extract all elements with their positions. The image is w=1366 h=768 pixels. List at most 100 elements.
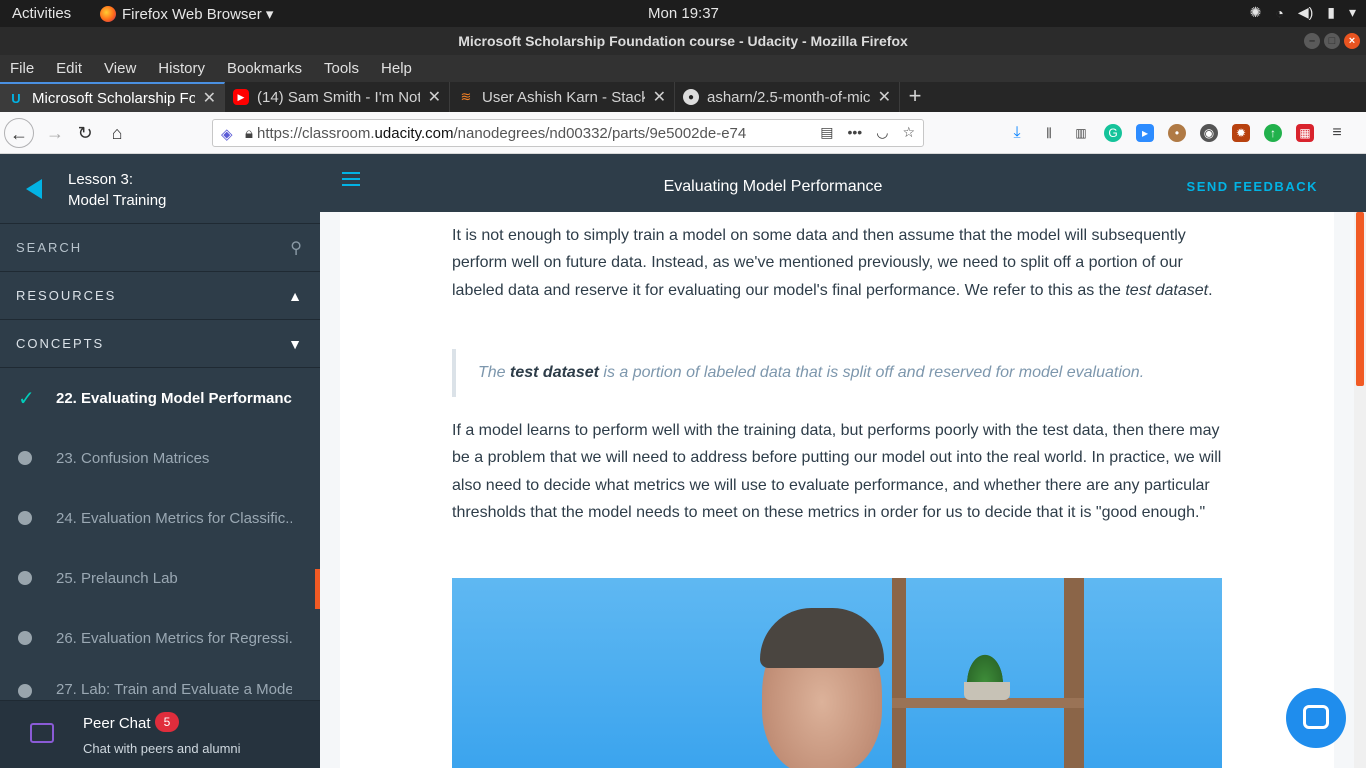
concept-item[interactable]: 26. Evaluation Metrics for Regressi...: [0, 608, 320, 668]
caret-down-icon: ▼: [288, 335, 304, 352]
close-tab-icon[interactable]: ✕: [653, 87, 666, 107]
checkmark-icon: ✓: [18, 387, 35, 410]
pocket-icon[interactable]: ◡: [876, 124, 888, 141]
concept-item[interactable]: 25. Prelaunch Lab: [0, 548, 320, 608]
close-tab-icon[interactable]: ✕: [878, 87, 891, 107]
tab-github[interactable]: ● asharn/2.5-month-of-mic ✕: [675, 82, 900, 112]
forward-button[interactable]: →: [40, 118, 70, 148]
concept-item[interactable]: 24. Evaluation Metrics for Classific...: [0, 488, 320, 548]
extension-red-icon[interactable]: ▦: [1296, 124, 1314, 142]
volume-icon[interactable]: ◀): [1298, 4, 1313, 21]
reload-button[interactable]: ↻: [70, 118, 100, 148]
tab-title: Microsoft Scholarship Fo: [32, 89, 195, 107]
concept-label: 25. Prelaunch Lab: [56, 569, 178, 587]
concept-item[interactable]: 27. Lab: Train and Evaluate a Model: [0, 668, 320, 698]
incomplete-dot-icon: [18, 571, 32, 585]
clock[interactable]: Mon 19:37: [648, 5, 719, 22]
lesson-content: It is not enough to simply train a model…: [340, 212, 1334, 768]
video-plant-pot: [964, 682, 1010, 700]
url-text[interactable]: https://classroom.udacity.com/nanodegree…: [257, 125, 777, 142]
video-presenter-hair: [760, 608, 884, 668]
incomplete-dot-icon: [18, 511, 32, 525]
extension-orange-icon[interactable]: ✹: [1232, 124, 1250, 142]
reader-view-icon[interactable]: ▤: [820, 124, 833, 141]
page-title: Evaluating Model Performance: [663, 178, 883, 195]
concepts-toggle[interactable]: CONCEPTS ▼: [0, 320, 320, 368]
system-tray[interactable]: ✺ ◔ ◀) ▮ ▾: [1250, 4, 1356, 21]
close-tab-icon[interactable]: ✕: [203, 88, 216, 108]
tab-title: asharn/2.5-month-of-mic: [707, 88, 870, 106]
library-icon[interactable]: ⫼: [1040, 124, 1058, 142]
bookmark-star-icon[interactable]: ☆: [902, 124, 915, 141]
chat-bubbles-icon: [30, 723, 54, 743]
concept-label: 27. Lab: Train and Evaluate a Model: [56, 681, 292, 698]
scrollbar-thumb[interactable]: [1356, 212, 1364, 386]
tab-udacity[interactable]: U Microsoft Scholarship Fo ✕: [0, 82, 225, 112]
lesson-video[interactable]: [452, 578, 1222, 768]
zoom-extension-icon[interactable]: ▸: [1136, 124, 1154, 142]
activities-button[interactable]: Activities: [12, 5, 71, 22]
menu-bookmarks[interactable]: Bookmarks: [227, 60, 302, 77]
tab-youtube[interactable]: ▶ (14) Sam Smith - I'm Not ✕: [225, 82, 450, 112]
tracking-protection-icon[interactable]: ◈: [221, 125, 233, 143]
menu-view[interactable]: View: [104, 60, 136, 77]
window-title-bar: Microsoft Scholarship Foundation course …: [0, 27, 1366, 55]
system-top-bar: Activities Firefox Web Browser ▾ Mon 19:…: [0, 0, 1366, 27]
url-bar[interactable]: ◈ 🔒︎ https://classroom.udacity.com/nanod…: [212, 119, 924, 147]
extension-green-icon[interactable]: ↑: [1264, 124, 1282, 142]
unread-badge: 5: [155, 712, 179, 732]
toolbar-icons: ⤓ ⫼ ▥ G ▸ • ◉ ✹ ↑ ▦ ≡: [1008, 124, 1346, 142]
close-window-button[interactable]: ×: [1344, 33, 1360, 49]
menu-history[interactable]: History: [158, 60, 205, 77]
search-label: SEARCH: [16, 240, 83, 255]
downloads-icon[interactable]: ⤓: [1008, 124, 1026, 142]
back-button[interactable]: ←: [4, 118, 34, 148]
sidebar-icon[interactable]: ▥: [1072, 124, 1090, 142]
page-scrollbar[interactable]: [1354, 212, 1366, 768]
tab-strip: U Microsoft Scholarship Fo ✕ ▶ (14) Sam …: [0, 82, 1366, 112]
tab-stackoverflow[interactable]: ≋ User Ashish Karn - Stack ✕: [450, 82, 675, 112]
home-button[interactable]: ⌂: [102, 118, 132, 148]
menu-bar: File Edit View History Bookmarks Tools H…: [0, 55, 1366, 82]
concept-item[interactable]: 23. Confusion Matrices: [0, 428, 320, 488]
lock-icon[interactable]: 🔒︎: [245, 125, 253, 142]
search-icon[interactable]: ⚲: [290, 238, 304, 258]
menu-edit[interactable]: Edit: [56, 60, 82, 77]
grammarly-icon[interactable]: G: [1104, 124, 1122, 142]
lesson-title: Model Training: [68, 192, 167, 209]
cookie-icon[interactable]: •: [1168, 124, 1186, 142]
account-icon[interactable]: ◉: [1200, 124, 1218, 142]
concept-item[interactable]: ✓ 22. Evaluating Model Performance: [0, 368, 320, 428]
hamburger-menu-icon[interactable]: ≡: [1328, 124, 1346, 142]
send-feedback-button[interactable]: SEND FEEDBACK: [1187, 179, 1318, 194]
resources-toggle[interactable]: RESOURCES ▲: [0, 272, 320, 320]
incomplete-dot-icon: [18, 451, 32, 465]
github-icon: ●: [683, 89, 699, 105]
concept-label: 24. Evaluation Metrics for Classific...: [56, 509, 292, 527]
chat-launcher-button[interactable]: [1286, 688, 1346, 748]
new-tab-button[interactable]: +: [900, 82, 930, 112]
menu-help[interactable]: Help: [381, 60, 412, 77]
app-menu[interactable]: Firefox Web Browser ▾: [100, 5, 273, 23]
app-menu-label: Firefox Web Browser ▾: [122, 6, 274, 23]
tab-title: (14) Sam Smith - I'm Not: [257, 88, 420, 106]
back-arrow-icon[interactable]: [26, 179, 42, 199]
power-menu-icon[interactable]: ▾: [1349, 4, 1356, 21]
peer-chat-panel[interactable]: Peer Chat 5 Chat with peers and alumni: [0, 700, 320, 768]
lesson-header[interactable]: Lesson 3: Model Training: [0, 154, 320, 224]
menu-file[interactable]: File: [10, 60, 34, 77]
maximize-button[interactable]: □: [1324, 33, 1340, 49]
battery-icon[interactable]: ▮: [1327, 4, 1335, 21]
minimize-button[interactable]: –: [1304, 33, 1320, 49]
menu-tools[interactable]: Tools: [324, 60, 359, 77]
peer-chat-title: Peer Chat: [83, 715, 151, 732]
paragraph: If a model learns to perform well with t…: [452, 422, 1222, 522]
accessibility-icon[interactable]: ✺: [1250, 4, 1262, 21]
sidebar-search[interactable]: SEARCH ⚲: [0, 224, 320, 272]
peer-chat-subtitle: Chat with peers and alumni: [83, 741, 241, 756]
page-actions-icon[interactable]: •••: [848, 124, 863, 141]
concepts-label: CONCEPTS: [16, 336, 105, 351]
close-tab-icon[interactable]: ✕: [428, 87, 441, 107]
wifi-icon[interactable]: ◔: [1275, 5, 1283, 21]
concept-label: 22. Evaluating Model Performance: [56, 389, 292, 407]
